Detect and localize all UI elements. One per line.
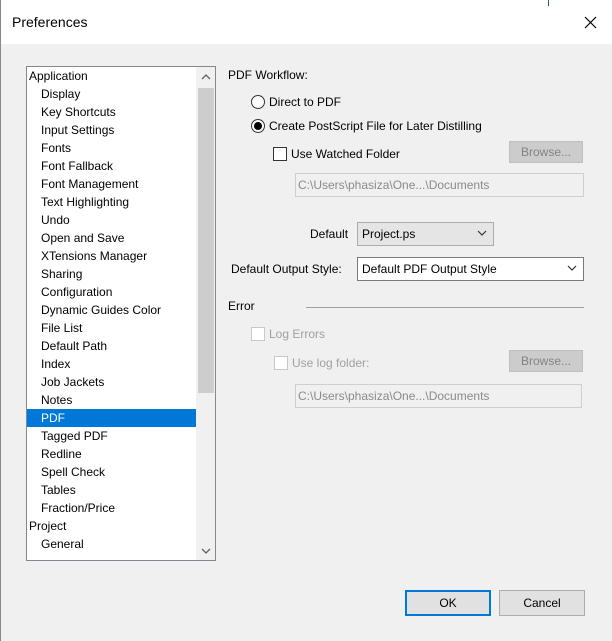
tree-item-dynamic-guides-color[interactable]: Dynamic Guides Color (27, 301, 197, 319)
tree-item-fraction-price[interactable]: Fraction/Price (27, 499, 197, 517)
tree-item-fonts[interactable]: Fonts (27, 139, 197, 157)
close-icon (584, 16, 596, 28)
error-separator (306, 307, 584, 308)
dialog-title: Preferences (12, 14, 88, 30)
use-log-folder-checkbox[interactable] (274, 356, 288, 370)
scroll-up-button[interactable] (196, 67, 215, 86)
tree-item-font-management[interactable]: Font Management (27, 175, 197, 193)
window-edge (548, 0, 549, 6)
output-style-select[interactable]: Default PDF Output Style (357, 257, 584, 281)
tree-item-file-list[interactable]: File List (27, 319, 197, 337)
default-ps-value: Project.ps (362, 227, 416, 241)
tree-item-open-and-save[interactable]: Open and Save (27, 229, 197, 247)
postscript-label: Create PostScript File for Later Distill… (269, 119, 482, 133)
tree-item-index[interactable]: Index (27, 355, 197, 373)
watched-folder-path-field[interactable]: C:\Users\phasiza\One...\Documents (295, 173, 584, 197)
ok-button[interactable]: OK (405, 590, 491, 616)
default-ps-select[interactable]: Project.ps (357, 222, 494, 246)
tree-scrollbar[interactable] (196, 67, 215, 560)
use-watched-folder-label: Use Watched Folder (291, 147, 400, 161)
watched-browse-button[interactable]: Browse... (509, 141, 583, 163)
use-log-folder-label: Use log folder: (292, 356, 370, 370)
tree-item-configuration[interactable]: Configuration (27, 283, 197, 301)
postscript-radio[interactable] (251, 119, 265, 133)
tree-item-tagged-pdf[interactable]: Tagged PDF (27, 427, 197, 445)
preferences-dialog: Preferences Application Display Key Shortc… (0, 0, 612, 641)
tree-item-notes[interactable]: Notes (27, 391, 197, 409)
direct-to-pdf-radio[interactable] (251, 95, 265, 109)
tree-item-input-settings[interactable]: Input Settings (27, 121, 197, 139)
default-output-style-label: Default Output Style: (231, 262, 342, 276)
tree-item-redline[interactable]: Redline (27, 445, 197, 463)
default-label: Default (310, 227, 349, 241)
tree-item-text-highlighting[interactable]: Text Highlighting (27, 193, 197, 211)
tree-item-project[interactable]: Project (27, 517, 197, 535)
tree-item-undo[interactable]: Undo (27, 211, 197, 229)
chevron-up-icon (201, 73, 210, 79)
use-watched-folder-checkbox[interactable] (273, 147, 287, 161)
tree-item-spell-check[interactable]: Spell Check (27, 463, 197, 481)
scroll-down-button[interactable] (196, 541, 215, 560)
tree-list: Application Display Key Shortcuts Input Set… (27, 67, 197, 553)
tree-item-general[interactable]: General (27, 535, 197, 553)
output-style-value: Default PDF Output Style (362, 262, 497, 276)
log-browse-button[interactable]: Browse... (509, 350, 583, 372)
log-errors-checkbox[interactable] (251, 327, 265, 341)
tree-item-xtensions-manager[interactable]: XTensions Manager (27, 247, 197, 265)
close-button[interactable] (567, 0, 612, 44)
direct-to-pdf-label: Direct to PDF (269, 95, 342, 109)
chevron-down-icon (201, 548, 210, 554)
title-bar: Preferences (1, 0, 612, 44)
tree-item-tables[interactable]: Tables (27, 481, 197, 499)
chevron-down-icon (567, 265, 577, 271)
tree-item-font-fallback[interactable]: Font Fallback (27, 157, 197, 175)
scroll-thumb[interactable] (198, 88, 214, 393)
tree-item-default-path[interactable]: Default Path (27, 337, 197, 355)
tree-item-application[interactable]: Application (27, 67, 197, 85)
tree-item-display[interactable]: Display (27, 85, 197, 103)
error-section-label: Error (228, 299, 255, 313)
log-folder-path-field[interactable]: C:\Users\phasiza\One...\Documents (295, 384, 582, 408)
cancel-button[interactable]: Cancel (499, 590, 585, 616)
tree-item-pdf[interactable]: PDF (27, 409, 197, 427)
tree-item-key-shortcuts[interactable]: Key Shortcuts (27, 103, 197, 121)
pdf-workflow-label: PDF Workflow: (228, 68, 308, 82)
chevron-down-icon (477, 230, 487, 236)
tree-item-sharing[interactable]: Sharing (27, 265, 197, 283)
preferences-tree[interactable]: Application Display Key Shortcuts Input Set… (26, 66, 216, 561)
tree-item-job-jackets[interactable]: Job Jackets (27, 373, 197, 391)
log-errors-label: Log Errors (269, 327, 326, 341)
